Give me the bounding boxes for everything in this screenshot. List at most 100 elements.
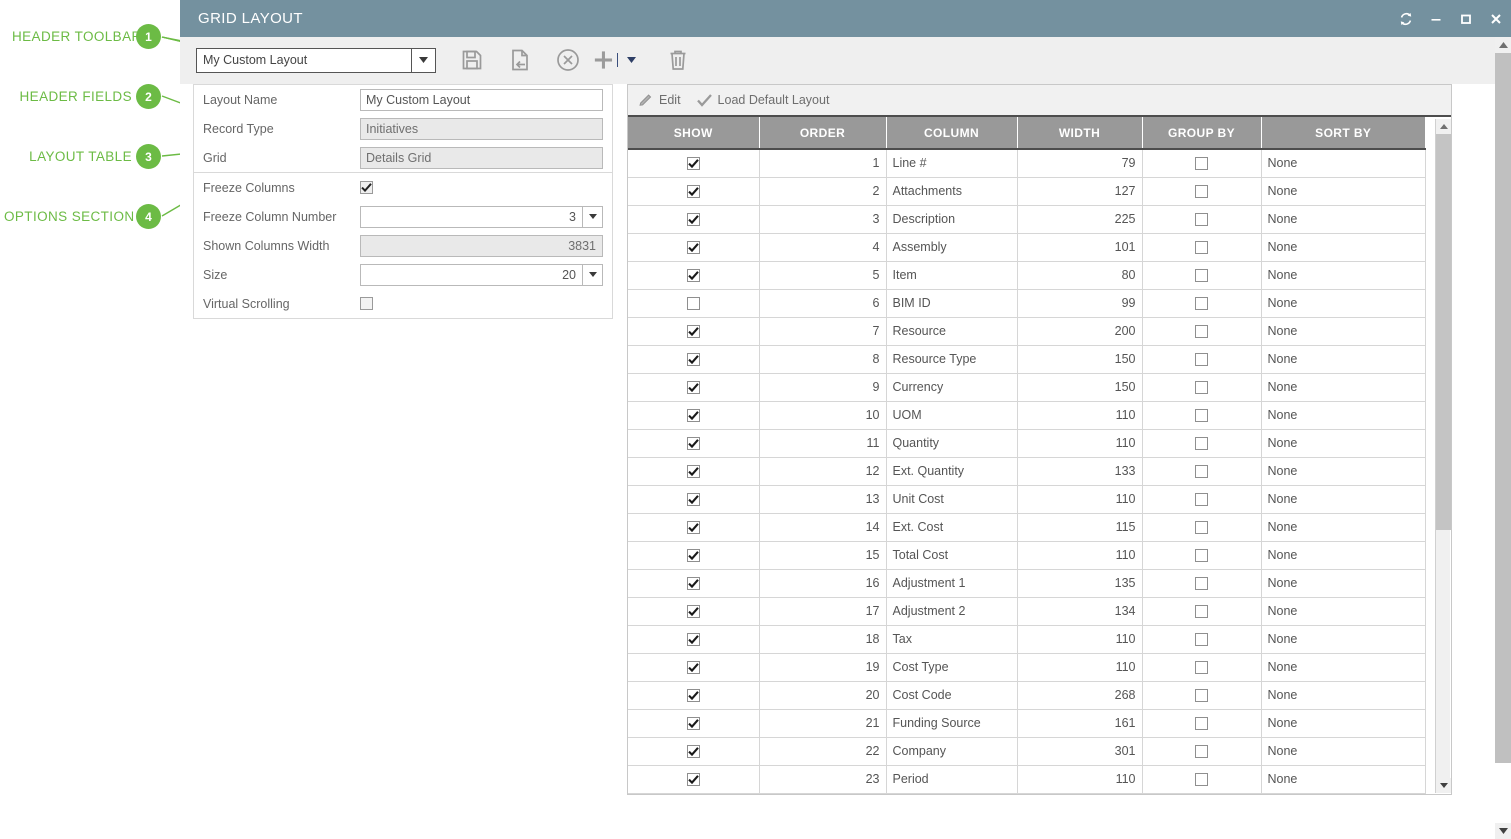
freeze-columns-checkbox[interactable] <box>360 181 373 194</box>
add-icon[interactable] <box>592 37 640 84</box>
load-default-layout-button[interactable]: Load Default Layout <box>697 93 830 107</box>
row-column-cell[interactable]: Total Cost <box>886 541 1017 569</box>
row-order-cell[interactable]: 4 <box>759 233 886 261</box>
row-width-cell[interactable]: 225 <box>1017 205 1142 233</box>
table-row[interactable]: 23Period110None <box>628 765 1425 793</box>
row-column-cell[interactable]: Quantity <box>886 429 1017 457</box>
row-group-by-cell[interactable] <box>1142 289 1261 317</box>
row-group-by-cell[interactable] <box>1142 233 1261 261</box>
row-order-cell[interactable]: 23 <box>759 765 886 793</box>
row-column-cell[interactable]: Ext. Quantity <box>886 457 1017 485</box>
row-column-cell[interactable]: Cost Type <box>886 653 1017 681</box>
row-group-by-cell[interactable] <box>1142 457 1261 485</box>
row-group-by-cell[interactable] <box>1142 177 1261 205</box>
chevron-down-icon[interactable] <box>411 49 435 72</box>
row-width-cell[interactable]: 161 <box>1017 709 1142 737</box>
table-row[interactable]: 4Assembly101None <box>628 233 1425 261</box>
row-order-cell[interactable]: 10 <box>759 401 886 429</box>
row-order-cell[interactable]: 11 <box>759 429 886 457</box>
table-row[interactable]: 16Adjustment 1135None <box>628 569 1425 597</box>
row-group-by-cell[interactable] <box>1142 429 1261 457</box>
show-checkbox[interactable] <box>687 549 700 562</box>
row-order-cell[interactable]: 7 <box>759 317 886 345</box>
row-column-cell[interactable]: Funding Source <box>886 709 1017 737</box>
row-order-cell[interactable]: 20 <box>759 681 886 709</box>
row-sort-by-cell[interactable]: None <box>1261 541 1425 569</box>
row-show-cell[interactable] <box>628 597 759 625</box>
row-group-by-cell[interactable] <box>1142 317 1261 345</box>
row-column-cell[interactable]: Assembly <box>886 233 1017 261</box>
window-scrollbar[interactable] <box>1495 37 1511 839</box>
row-group-by-cell[interactable] <box>1142 373 1261 401</box>
row-sort-by-cell[interactable]: None <box>1261 317 1425 345</box>
row-show-cell[interactable] <box>628 317 759 345</box>
window-scroll-down-icon[interactable] <box>1495 823 1511 839</box>
chevron-down-icon[interactable] <box>582 207 602 227</box>
show-checkbox[interactable] <box>687 437 700 450</box>
row-column-cell[interactable]: Resource <box>886 317 1017 345</box>
row-group-by-cell[interactable] <box>1142 765 1261 793</box>
refresh-icon[interactable] <box>1391 0 1421 37</box>
row-column-cell[interactable]: Resource Type <box>886 345 1017 373</box>
row-order-cell[interactable]: 1 <box>759 149 886 177</box>
group-by-checkbox[interactable] <box>1195 773 1208 786</box>
row-sort-by-cell[interactable]: None <box>1261 345 1425 373</box>
edit-button[interactable]: Edit <box>638 93 681 108</box>
scroll-down-icon[interactable] <box>1436 778 1451 793</box>
layout-name-input[interactable]: My Custom Layout <box>360 89 603 111</box>
table-row[interactable]: 14Ext. Cost115None <box>628 513 1425 541</box>
group-by-checkbox[interactable] <box>1195 465 1208 478</box>
show-checkbox[interactable] <box>687 325 700 338</box>
row-column-cell[interactable]: Unit Cost <box>886 485 1017 513</box>
window-scroll-up-icon[interactable] <box>1495 37 1511 53</box>
row-column-cell[interactable]: BIM ID <box>886 289 1017 317</box>
scroll-up-icon[interactable] <box>1436 119 1451 134</box>
row-show-cell[interactable] <box>628 765 759 793</box>
group-by-checkbox[interactable] <box>1195 633 1208 646</box>
size-stepper[interactable]: 20 <box>360 264 603 286</box>
show-checkbox[interactable] <box>687 213 700 226</box>
group-by-checkbox[interactable] <box>1195 353 1208 366</box>
row-column-cell[interactable]: Ext. Cost <box>886 513 1017 541</box>
row-show-cell[interactable] <box>628 541 759 569</box>
row-width-cell[interactable]: 150 <box>1017 345 1142 373</box>
row-sort-by-cell[interactable]: None <box>1261 765 1425 793</box>
table-row[interactable]: 18Tax110None <box>628 625 1425 653</box>
row-group-by-cell[interactable] <box>1142 709 1261 737</box>
table-row[interactable]: 6BIM ID99None <box>628 289 1425 317</box>
column-header-column[interactable]: COLUMN <box>886 117 1017 149</box>
group-by-checkbox[interactable] <box>1195 577 1208 590</box>
chevron-down-icon[interactable] <box>582 265 602 285</box>
row-sort-by-cell[interactable]: None <box>1261 597 1425 625</box>
show-checkbox[interactable] <box>687 717 700 730</box>
show-checkbox[interactable] <box>687 493 700 506</box>
row-width-cell[interactable]: 200 <box>1017 317 1142 345</box>
row-column-cell[interactable]: Tax <box>886 625 1017 653</box>
show-checkbox[interactable] <box>687 605 700 618</box>
window-scrollbar-thumb[interactable] <box>1495 53 1511 763</box>
row-sort-by-cell[interactable]: None <box>1261 485 1425 513</box>
row-sort-by-cell[interactable]: None <box>1261 261 1425 289</box>
row-width-cell[interactable]: 110 <box>1017 485 1142 513</box>
table-row[interactable]: 19Cost Type110None <box>628 653 1425 681</box>
row-width-cell[interactable]: 110 <box>1017 541 1142 569</box>
row-order-cell[interactable]: 16 <box>759 569 886 597</box>
row-order-cell[interactable]: 6 <box>759 289 886 317</box>
row-show-cell[interactable] <box>628 429 759 457</box>
row-column-cell[interactable]: Adjustment 1 <box>886 569 1017 597</box>
show-checkbox[interactable] <box>687 269 700 282</box>
row-show-cell[interactable] <box>628 177 759 205</box>
row-width-cell[interactable]: 110 <box>1017 429 1142 457</box>
row-order-cell[interactable]: 19 <box>759 653 886 681</box>
row-width-cell[interactable]: 127 <box>1017 177 1142 205</box>
table-row[interactable]: 11Quantity110None <box>628 429 1425 457</box>
row-show-cell[interactable] <box>628 569 759 597</box>
show-checkbox[interactable] <box>687 521 700 534</box>
show-checkbox[interactable] <box>687 409 700 422</box>
row-show-cell[interactable] <box>628 401 759 429</box>
row-width-cell[interactable]: 79 <box>1017 149 1142 177</box>
row-group-by-cell[interactable] <box>1142 569 1261 597</box>
row-column-cell[interactable]: Company <box>886 737 1017 765</box>
row-group-by-cell[interactable] <box>1142 485 1261 513</box>
show-checkbox[interactable] <box>687 773 700 786</box>
